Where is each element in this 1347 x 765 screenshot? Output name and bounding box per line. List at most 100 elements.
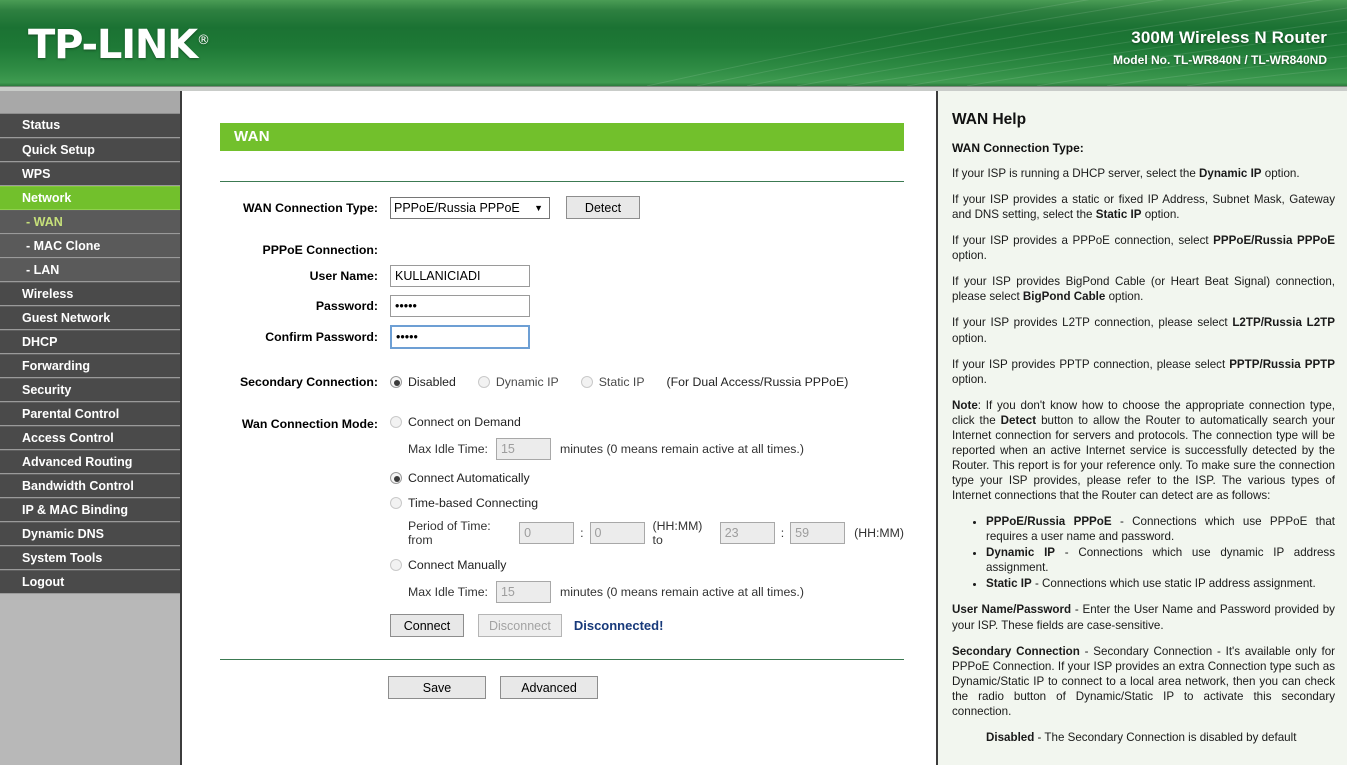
text-emphasis: PPPoE/Russia PPPoE bbox=[986, 515, 1112, 529]
sidebar-item-parental-control[interactable]: Parental Control bbox=[0, 402, 180, 426]
sidebar-item-label: Logout bbox=[22, 575, 65, 589]
radio-icon[interactable] bbox=[390, 497, 402, 509]
max-idle-time-suffix: minutes (0 means remain active at all ti… bbox=[559, 585, 804, 599]
sidebar-item-label: Network bbox=[22, 191, 72, 205]
secondary-static-ip-option[interactable]: Static IP bbox=[580, 375, 645, 389]
sidebar-item-label: Wireless bbox=[22, 287, 74, 301]
list-item: Static IP - Connections which use static… bbox=[986, 576, 1335, 591]
time-based-connecting-option[interactable]: Time-based Connecting bbox=[390, 496, 904, 510]
manual-max-idle-time-input[interactable] bbox=[495, 581, 551, 603]
save-button[interactable]: Save bbox=[388, 676, 486, 699]
sidebar-item-label: Quick Setup bbox=[22, 143, 95, 157]
sidebar-item-ip-mac-binding[interactable]: IP & MAC Binding bbox=[0, 498, 180, 522]
text-segment: option. bbox=[1261, 167, 1300, 180]
detect-button[interactable]: Detect bbox=[566, 196, 640, 219]
sidebar-item-dynamic-dns[interactable]: Dynamic DNS bbox=[0, 522, 180, 546]
radio-icon[interactable] bbox=[390, 559, 402, 571]
period-of-time-row: Period of Time: from : (HH:MM) to : (HH:… bbox=[408, 519, 904, 547]
sidebar-item-wireless[interactable]: Wireless bbox=[0, 282, 180, 306]
section-divider-bottom bbox=[220, 659, 904, 660]
option-label: Static IP bbox=[598, 375, 645, 389]
sidebar-item-access-control[interactable]: Access Control bbox=[0, 426, 180, 450]
sidebar-item-lan[interactable]: - LAN bbox=[0, 258, 180, 282]
brand-text: TP-LINK bbox=[28, 22, 198, 68]
sidebar-item-advanced-routing[interactable]: Advanced Routing bbox=[0, 450, 180, 474]
wan-connection-type-select[interactable]: PPPoE/Russia PPPoE bbox=[390, 196, 550, 219]
connection-action-row: Connect Disconnect Disconnected! bbox=[390, 614, 904, 637]
text-segment: option. bbox=[1141, 208, 1180, 222]
sidebar-item-system-tools[interactable]: System Tools bbox=[0, 546, 180, 570]
password-input[interactable] bbox=[390, 295, 530, 317]
sidebar-item-label: - LAN bbox=[26, 263, 60, 277]
period-end-label: (HH:MM) bbox=[854, 526, 904, 540]
wan-connection-mode-row: Wan Connection Mode: Connect on Demand M… bbox=[220, 415, 904, 637]
connect-manually-option[interactable]: Connect Manually bbox=[390, 558, 904, 572]
sidebar-item-security[interactable]: Security bbox=[0, 378, 180, 402]
radio-icon[interactable] bbox=[477, 376, 490, 388]
radio-icon[interactable] bbox=[390, 472, 402, 484]
text-segment: option. bbox=[952, 249, 987, 263]
max-idle-time-label: Max Idle Time: bbox=[408, 442, 488, 456]
radio-icon[interactable] bbox=[390, 416, 402, 428]
sidebar-item-wan[interactable]: - WAN bbox=[0, 210, 180, 234]
sidebar-item-status[interactable]: Status bbox=[0, 114, 180, 138]
sidebar-item-label: Security bbox=[22, 383, 72, 397]
connect-on-demand-option[interactable]: Connect on Demand bbox=[390, 415, 904, 429]
radio-icon[interactable] bbox=[580, 376, 593, 388]
period-from-hour-input[interactable] bbox=[519, 522, 575, 544]
sidebar-item-forwarding[interactable]: Forwarding bbox=[0, 354, 180, 378]
secondary-dynamic-ip-option[interactable]: Dynamic IP bbox=[477, 375, 559, 389]
option-label: Dynamic IP bbox=[495, 375, 559, 389]
advanced-button[interactable]: Advanced bbox=[500, 676, 598, 699]
text-emphasis: L2TP/Russia L2TP bbox=[1232, 316, 1335, 330]
sidebar-item-wps[interactable]: WPS bbox=[0, 162, 180, 186]
section-divider-top bbox=[220, 181, 904, 182]
period-mid-label: (HH:MM) to bbox=[652, 519, 703, 547]
wan-connection-type-label: WAN Connection Type: bbox=[242, 200, 378, 215]
text-emphasis: BigPond Cable bbox=[1022, 290, 1106, 304]
sidebar-item-label: Guest Network bbox=[22, 311, 111, 325]
text-emphasis: User Name/Password bbox=[952, 603, 1072, 617]
connect-automatically-option[interactable]: Connect Automatically bbox=[390, 471, 904, 485]
sidebar-item-label: - MAC Clone bbox=[26, 239, 101, 253]
period-to-minute-input[interactable] bbox=[790, 522, 846, 544]
text-segment: If your ISP provides BigPond Cable (or H… bbox=[952, 275, 1335, 304]
help-panel: WAN Help WAN Connection Type: If your IS… bbox=[936, 91, 1347, 765]
sidebar-item-label: Forwarding bbox=[22, 359, 91, 373]
connect-button[interactable]: Connect bbox=[390, 614, 464, 637]
user-name-input[interactable] bbox=[390, 265, 530, 287]
help-paragraph-dynamic-ip: If your ISP is running a DHCP server, se… bbox=[952, 166, 1335, 181]
sidebar-item-guest-network[interactable]: Guest Network bbox=[0, 306, 180, 330]
sidebar-item-mac-clone[interactable]: - MAC Clone bbox=[0, 234, 180, 258]
sidebar-item-label: Status bbox=[22, 118, 61, 132]
sidebar-item-network[interactable]: Network bbox=[0, 186, 180, 210]
help-paragraph-note: Note: If you don't know how to choose th… bbox=[952, 398, 1335, 503]
text-emphasis: Static IP bbox=[1095, 208, 1142, 222]
app-header: TP-LINK® 300M Wireless N Router Model No… bbox=[0, 0, 1347, 86]
user-name-label: User Name: bbox=[309, 269, 378, 283]
sidebar-item-dhcp[interactable]: DHCP bbox=[0, 330, 180, 354]
form-footer-buttons: Save Advanced bbox=[388, 676, 904, 699]
list-item: Dynamic IP - Connections which use dynam… bbox=[986, 545, 1335, 575]
password-row: Password: bbox=[220, 295, 904, 317]
help-paragraph-pppoe: If your ISP provides a PPPoE connection,… bbox=[952, 233, 1335, 263]
secondary-connection-note: (For Dual Access/Russia PPPoE) bbox=[666, 375, 849, 389]
secondary-disabled-option[interactable]: Disabled bbox=[390, 375, 456, 389]
secondary-connection-label: Secondary Connection: bbox=[239, 375, 378, 389]
sidebar-item-label: IP & MAC Binding bbox=[22, 503, 129, 517]
period-from-minute-input[interactable] bbox=[589, 522, 645, 544]
radio-icon[interactable] bbox=[390, 376, 402, 388]
option-label: Disabled bbox=[408, 375, 456, 389]
sidebar-item-quick-setup[interactable]: Quick Setup bbox=[0, 138, 180, 162]
pppoe-connection-heading: PPPoE Connection: bbox=[262, 243, 378, 257]
sidebar-item-bandwidth-control[interactable]: Bandwidth Control bbox=[0, 474, 180, 498]
period-to-hour-input[interactable] bbox=[719, 522, 775, 544]
demand-max-idle-time-input[interactable] bbox=[495, 438, 551, 460]
period-colon-2: : bbox=[780, 526, 785, 540]
password-label: Password: bbox=[315, 299, 378, 313]
confirm-password-input[interactable] bbox=[390, 325, 530, 349]
wan-connection-mode-label: Wan Connection Mode: bbox=[241, 417, 378, 431]
help-subheading: WAN Connection Type: bbox=[952, 141, 1084, 155]
sidebar-item-logout[interactable]: Logout bbox=[0, 570, 180, 594]
confirm-password-row: Confirm Password: bbox=[220, 325, 904, 349]
